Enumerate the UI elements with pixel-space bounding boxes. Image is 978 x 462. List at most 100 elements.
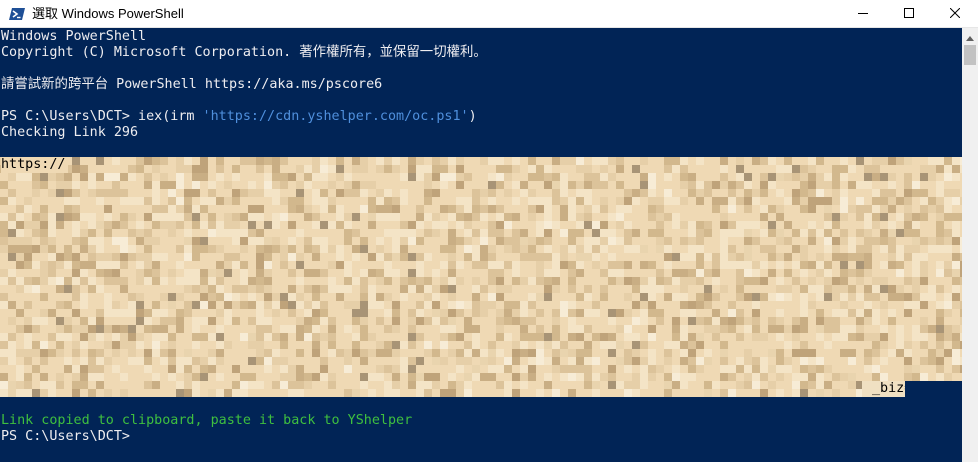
mosaic-cell: [360, 317, 368, 325]
mosaic-cell: [504, 189, 512, 197]
mosaic-cell: [208, 373, 216, 381]
mosaic-cell: [304, 317, 312, 325]
mosaic-cell: [128, 253, 136, 261]
mosaic-cell: [248, 317, 256, 325]
mosaic-cell: [24, 197, 32, 205]
mosaic-cell: [184, 317, 192, 325]
mosaic-cell: [632, 221, 640, 229]
mosaic-cell: [592, 381, 600, 389]
mosaic-cell: [472, 301, 480, 309]
mosaic-cell: [48, 197, 56, 205]
mosaic-cell: [368, 213, 376, 221]
close-button[interactable]: [932, 0, 978, 27]
mosaic-cell: [920, 165, 928, 173]
scroll-thumb[interactable]: [964, 45, 976, 65]
mosaic-cell: [760, 285, 768, 293]
mosaic-cell: [272, 253, 280, 261]
mosaic-cell: [328, 173, 336, 181]
mosaic-cell: [408, 277, 416, 285]
mosaic-cell: [560, 285, 568, 293]
mosaic-cell: [96, 357, 104, 365]
mosaic-cell: [8, 237, 16, 245]
mosaic-cell: [48, 237, 56, 245]
mosaic-cell: [928, 253, 936, 261]
mosaic-cell: [472, 197, 480, 205]
mosaic-cell: [736, 221, 744, 229]
mosaic-cell: [80, 197, 88, 205]
mosaic-cell: [480, 237, 488, 245]
mosaic-cell: [120, 173, 128, 181]
mosaic-cell: [944, 333, 952, 341]
mosaic-cell: [856, 341, 864, 349]
mosaic-cell: [928, 189, 936, 197]
mosaic-cell: [904, 245, 912, 253]
mosaic-cell: [776, 317, 784, 325]
mosaic-cell: [656, 333, 664, 341]
scroll-up-button[interactable]: [962, 28, 978, 45]
mosaic-cell: [592, 365, 600, 373]
mosaic-cell: [200, 341, 208, 349]
mosaic-cell: [536, 325, 544, 333]
mosaic-cell: [752, 301, 760, 309]
mosaic-cell: [616, 245, 624, 253]
mosaic-cell: [48, 173, 56, 181]
mosaic-cell: [488, 389, 496, 397]
mosaic-cell: [784, 365, 792, 373]
mosaic-cell: [144, 269, 152, 277]
minimize-button[interactable]: [840, 0, 886, 27]
mosaic-cell: [272, 173, 280, 181]
mosaic-cell: [664, 261, 672, 269]
mosaic-cell: [272, 221, 280, 229]
vertical-scrollbar[interactable]: [962, 28, 978, 462]
mosaic-cell: [336, 325, 344, 333]
mosaic-cell: [288, 205, 296, 213]
mosaic-cell: [440, 157, 448, 165]
mosaic-cell: [640, 253, 648, 261]
title-bar[interactable]: 選取 Windows PowerShell: [0, 0, 978, 28]
mosaic-cell: [184, 261, 192, 269]
mosaic-cell: [792, 325, 800, 333]
mosaic-cell: [408, 309, 416, 317]
mosaic-cell: [440, 213, 448, 221]
mosaic-cell: [584, 333, 592, 341]
mosaic-cell: [704, 181, 712, 189]
console-output[interactable]: Windows PowerShell Copyright (C) Microso…: [0, 28, 962, 462]
mosaic-cell: [456, 245, 464, 253]
mosaic-cell: [768, 349, 776, 357]
mosaic-cell: [952, 317, 960, 325]
mosaic-cell: [176, 349, 184, 357]
mosaic-cell: [792, 261, 800, 269]
mosaic-cell: [456, 341, 464, 349]
mosaic-cell: [664, 373, 672, 381]
mosaic-cell: [304, 381, 312, 389]
mosaic-cell: [936, 309, 944, 317]
mosaic-cell: [336, 173, 344, 181]
mosaic-cell: [544, 229, 552, 237]
mosaic-cell: [184, 301, 192, 309]
mosaic-cell: [600, 317, 608, 325]
mosaic-cell: [840, 189, 848, 197]
mosaic-cell: [504, 333, 512, 341]
mosaic-cell: [424, 245, 432, 253]
mosaic-cell: [536, 189, 544, 197]
mosaic-cell: [296, 269, 304, 277]
mosaic-cell: [168, 301, 176, 309]
mosaic-cell: [832, 325, 840, 333]
mosaic-cell: [424, 197, 432, 205]
mosaic-cell: [944, 349, 952, 357]
maximize-button[interactable]: [886, 0, 932, 27]
pixelated-selection[interactable]: [0, 157, 962, 397]
mosaic-cell: [800, 173, 808, 181]
mosaic-cell: [152, 253, 160, 261]
mosaic-cell: [288, 165, 296, 173]
mosaic-cell: [232, 341, 240, 349]
mosaic-cell: [496, 333, 504, 341]
mosaic-cell: [472, 389, 480, 397]
mosaic-cell: [416, 373, 424, 381]
mosaic-cell: [152, 245, 160, 253]
mosaic-cell: [328, 269, 336, 277]
mosaic-cell: [376, 325, 384, 333]
mosaic-cell: [432, 341, 440, 349]
mosaic-cell: [528, 237, 536, 245]
mosaic-cell: [584, 301, 592, 309]
